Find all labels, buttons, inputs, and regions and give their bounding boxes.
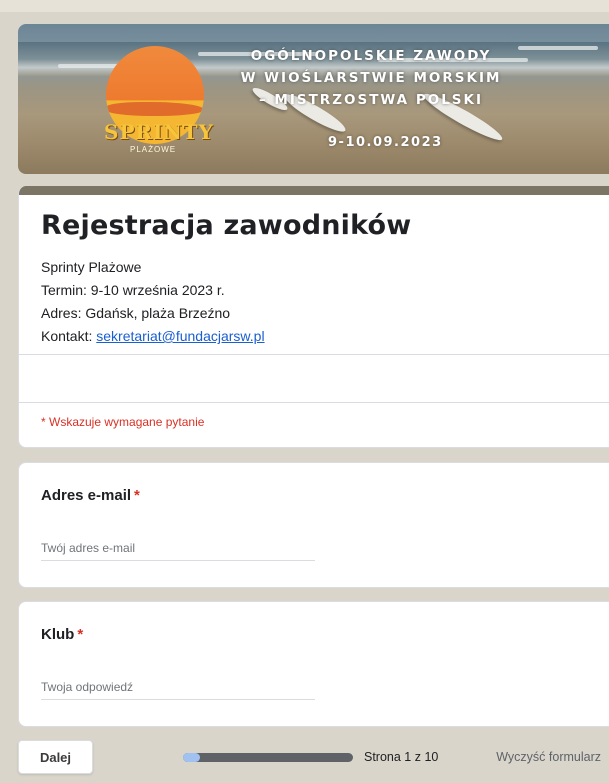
contact-line: Kontakt: sekretariat@fundacjarsw.pl [41,325,265,348]
required-asterisk: * [77,626,84,643]
club-input[interactable] [41,674,315,700]
required-note: * Wskazuje wymagane pytanie [41,415,205,429]
question-title: Adres e-mail [41,487,132,504]
page-indicator: Strona 1 z 10 [364,750,439,764]
description-line: Termin: 9-10 września 2023 r. [41,282,225,298]
email-input[interactable] [41,535,315,561]
question-card-club: Klub * [18,601,609,727]
clear-form-button[interactable]: Wyczyść formularz [496,750,601,764]
question-label: Klub * [41,626,83,643]
question-title: Klub [41,626,75,643]
banner-title-line: OGÓLNOPOLSKIE ZAWODY [250,48,492,64]
form-header-card: Rejestracja zawodników Sprinty Plażowe T… [18,186,609,448]
logo-subtext: PLAŻOWE [130,145,177,154]
form-description: Sprinty Plażowe Termin: 9-10 września 20… [41,256,265,348]
description-line: Sprinty Plażowe [41,259,142,275]
divider [19,354,609,355]
form-title: Rejestracja zawodników [41,210,412,241]
question-label: Adres e-mail * [41,487,140,504]
progress-fill [183,753,200,762]
form-footer: Dalej Strona 1 z 10 Wyczyść formularz [18,740,609,776]
divider [19,402,609,403]
required-asterisk: * [134,487,140,504]
question-card-email: Adres e-mail * [18,462,609,588]
top-strip [0,0,609,12]
description-line: Adres: Gdańsk, plaża Brzeźno [41,305,231,321]
header-banner-image: SPRINTY PLAŻOWE OGÓLNOPOLSKIE ZAWODY W W… [18,24,609,174]
banner-date: 9-10.09.2023 [328,135,443,150]
progress-bar [183,753,353,762]
next-button[interactable]: Dalej [18,740,93,774]
banner-title-line: W WIOŚLARSTWIE MORSKIM [240,70,502,86]
contact-email-link[interactable]: sekretariat@fundacjarsw.pl [96,328,264,344]
banner-title-line: – MISTRZOSTWA POLSKI [258,92,484,108]
banner-title: OGÓLNOPOLSKIE ZAWODY W WIOŚLARSTWIE MORS… [221,45,521,111]
header-accent-bar [19,186,609,195]
banner-wave [518,46,598,50]
contact-label: Kontakt: [41,328,97,344]
logo-text: SPRINTY [104,120,214,144]
